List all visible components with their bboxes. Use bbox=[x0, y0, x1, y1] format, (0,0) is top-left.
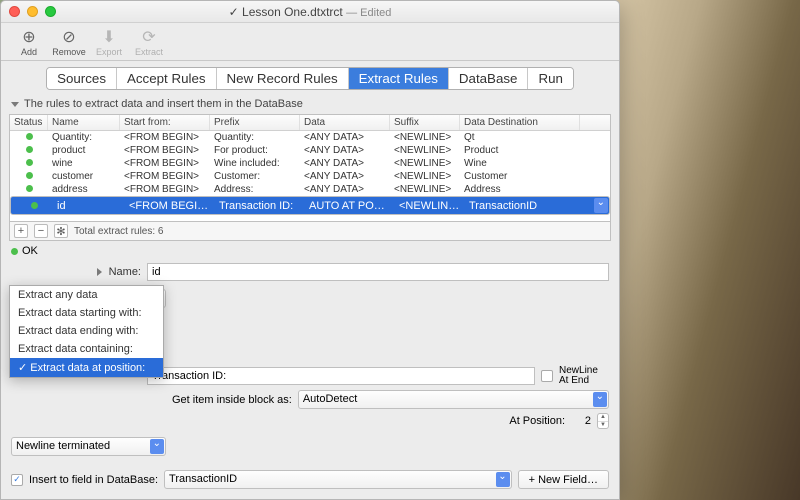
menu-item[interactable]: Extract any data bbox=[10, 286, 163, 304]
insert-to-db-checkbox[interactable] bbox=[11, 474, 23, 486]
zoom-icon[interactable] bbox=[45, 6, 56, 17]
add-button[interactable]: ⊕ Add bbox=[9, 27, 49, 57]
export-icon: ⬇ bbox=[102, 27, 115, 47]
at-position-value: 2 bbox=[571, 415, 591, 427]
new-field-button[interactable]: + New Field… bbox=[518, 470, 609, 489]
extract-button[interactable]: ⟳ Extract bbox=[129, 27, 169, 57]
col-header[interactable]: Name bbox=[48, 115, 120, 130]
name-label: Name: bbox=[11, 266, 141, 278]
table-row[interactable]: address<FROM BEGIN>Address:<ANY DATA><NE… bbox=[10, 183, 610, 196]
disclosure-down-icon[interactable] bbox=[11, 102, 19, 107]
menu-item[interactable]: Extract data starting with: bbox=[10, 304, 163, 322]
menu-item[interactable]: Extract data containing: bbox=[10, 340, 163, 358]
table-row[interactable]: product<FROM BEGIN>For product:<ANY DATA… bbox=[10, 144, 610, 157]
table-row[interactable]: wine<FROM BEGIN>Wine included:<ANY DATA>… bbox=[10, 157, 610, 170]
status-ok-icon bbox=[11, 248, 18, 255]
window-title: ✓ Lesson One.dtxtrct — Edited bbox=[1, 5, 619, 19]
extract-mode-menu[interactable]: Extract any dataExtract data starting wi… bbox=[9, 285, 164, 378]
gear-icon[interactable]: ✻ bbox=[54, 224, 68, 238]
titlebar[interactable]: ✓ Lesson One.dtxtrct — Edited bbox=[1, 1, 619, 23]
col-header[interactable]: Data Destination bbox=[460, 115, 580, 130]
add-row-button[interactable]: + bbox=[14, 224, 28, 238]
rules-table[interactable]: StatusNameStart from:PrefixDataSuffixDat… bbox=[9, 114, 611, 222]
tab-bar: SourcesAccept RulesNew Record RulesExtra… bbox=[1, 61, 619, 94]
tab-database[interactable]: DataBase bbox=[449, 68, 529, 89]
newline-at-end-checkbox[interactable] bbox=[541, 370, 553, 382]
table-row[interactable]: Quantity:<FROM BEGIN>Quantity:<ANY DATA>… bbox=[10, 131, 610, 144]
export-button[interactable]: ⬇ Export bbox=[89, 27, 129, 57]
insert-to-db-label: Insert to field in DataBase: bbox=[29, 474, 158, 486]
col-header[interactable]: Data bbox=[300, 115, 390, 130]
remove-button[interactable]: ⊘ Remove bbox=[49, 27, 89, 57]
section-caption: The rules to extract data and insert the… bbox=[9, 94, 611, 114]
prefix-field[interactable] bbox=[147, 367, 535, 385]
col-header[interactable]: Start from: bbox=[120, 115, 210, 130]
newline-at-end-label: NewLine At End bbox=[559, 366, 609, 386]
disclosure-right-icon[interactable] bbox=[97, 268, 102, 276]
at-position-label: At Position: bbox=[509, 415, 565, 427]
no-entry-icon: ⊘ bbox=[62, 27, 75, 47]
col-header[interactable]: Status bbox=[10, 115, 48, 130]
tab-new-record-rules[interactable]: New Record Rules bbox=[217, 68, 349, 89]
table-row[interactable]: customer<FROM BEGIN>Customer:<ANY DATA><… bbox=[10, 170, 610, 183]
table-row[interactable]: id<FROM BEGIN>Transaction ID:AUTO AT PO…… bbox=[10, 196, 610, 215]
get-item-select[interactable]: AutoDetect bbox=[298, 390, 609, 409]
close-icon[interactable] bbox=[9, 6, 20, 17]
app-window: ✓ Lesson One.dtxtrct — Edited ⊕ Add ⊘ Re… bbox=[0, 0, 620, 500]
menu-item[interactable]: Extract data ending with: bbox=[10, 322, 163, 340]
minimize-icon[interactable] bbox=[27, 6, 38, 17]
toolbar: ⊕ Add ⊘ Remove ⬇ Export ⟳ Extract bbox=[1, 23, 619, 61]
ok-label: OK bbox=[22, 245, 38, 257]
menu-item[interactable]: Extract data at position: bbox=[10, 358, 163, 377]
rule-count: Total extract rules: 6 bbox=[74, 226, 163, 237]
terminator-select[interactable]: Newline terminated bbox=[11, 437, 166, 456]
tab-run[interactable]: Run bbox=[528, 68, 572, 89]
db-field-select[interactable]: TransactionID bbox=[164, 470, 512, 489]
remove-row-button[interactable]: − bbox=[34, 224, 48, 238]
table-footer: + − ✻ Total extract rules: 6 bbox=[9, 222, 611, 241]
get-item-label: Get item inside block as: bbox=[172, 394, 292, 406]
col-header[interactable]: Prefix bbox=[210, 115, 300, 130]
tab-extract-rules[interactable]: Extract Rules bbox=[349, 68, 449, 89]
tab-sources[interactable]: Sources bbox=[47, 68, 117, 89]
name-field[interactable] bbox=[147, 263, 609, 281]
position-stepper[interactable]: ▲▼ bbox=[597, 413, 609, 429]
refresh-icon: ⟳ bbox=[142, 27, 155, 47]
tab-accept-rules[interactable]: Accept Rules bbox=[117, 68, 217, 89]
plus-circle-icon: ⊕ bbox=[22, 27, 35, 47]
col-header[interactable]: Suffix bbox=[390, 115, 460, 130]
